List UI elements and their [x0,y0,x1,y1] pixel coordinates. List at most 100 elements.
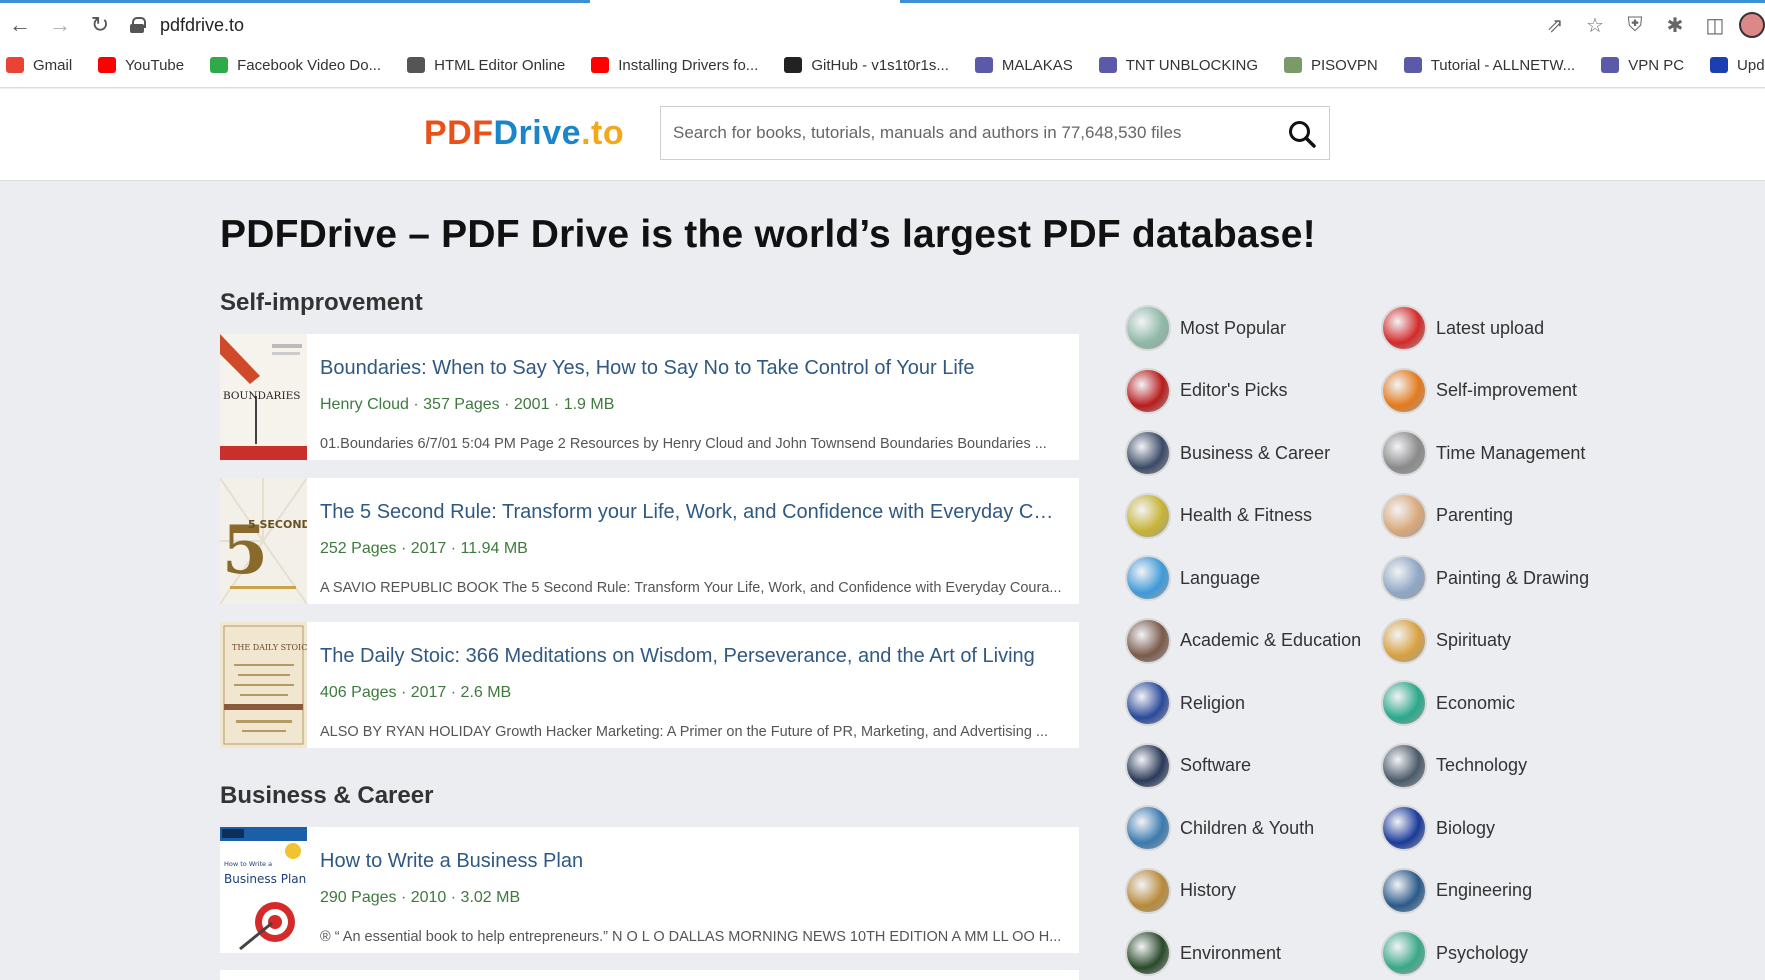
category-item[interactable]: Self-improvement [1381,367,1577,415]
star-icon[interactable]: ☆ [1575,8,1615,42]
category-thumbnail-icon[interactable] [1125,555,1171,601]
category-label[interactable]: Most Popular [1180,318,1286,339]
book-title[interactable]: How to Write a Business Plan [320,850,1060,873]
category-label[interactable]: Academic & Education [1180,630,1361,651]
category-thumbnail-icon[interactable] [1381,367,1427,414]
bookmark-item[interactable]: Gmail [6,57,72,74]
category-thumbnail-icon[interactable] [1125,680,1171,726]
forward-icon[interactable]: → [40,8,80,42]
category-label[interactable]: Engineering [1436,880,1532,901]
book-cover[interactable]: BOUNDARIES [220,334,307,460]
search-icon[interactable] [1287,119,1317,149]
bookmark-item[interactable]: Facebook Video Do... [210,57,381,74]
category-item[interactable]: Business & Career [1125,429,1330,477]
book-card[interactable]: How to Write a Business Plan How to Writ… [220,827,1079,953]
category-thumbnail-icon[interactable] [1125,430,1171,476]
category-item[interactable]: Language [1125,554,1260,602]
category-thumbnail-icon[interactable] [1381,617,1427,664]
bookmark-item[interactable]: GitHub - v1s1t0r1s... [784,57,949,74]
category-item[interactable]: Psychology [1381,929,1528,977]
category-item[interactable]: Environment [1125,929,1281,977]
category-thumbnail-icon[interactable] [1381,305,1427,351]
shield-icon[interactable]: ⛨ [1615,8,1655,42]
bookmark-item[interactable]: PISOVPN [1284,57,1378,74]
book-cover[interactable]: THE DAILY STOIC [220,622,307,748]
bookmark-item[interactable]: Tutorial - ALLNETW... [1403,57,1575,74]
category-label[interactable]: Language [1180,568,1260,589]
category-item[interactable]: Biology [1381,804,1495,852]
category-label[interactable]: Biology [1436,818,1495,839]
category-item[interactable]: Most Popular [1125,304,1286,352]
bookmark-item[interactable]: TNT UNBLOCKING [1098,57,1258,74]
category-item[interactable]: Economic [1381,679,1515,727]
category-item[interactable]: Software [1125,742,1251,790]
category-item[interactable]: Parenting [1381,492,1513,540]
bookmark-item[interactable]: VPN PC [1601,57,1684,74]
bookmark-item[interactable]: MALAKAS [974,57,1073,74]
share-icon[interactable]: ⇗ [1535,8,1575,42]
category-label[interactable]: History [1180,880,1236,901]
side-panel-icon[interactable]: ◫ [1695,8,1735,42]
category-item[interactable]: Time Management [1381,429,1585,477]
book-cover[interactable]: How to Write a Business Plan [220,827,307,953]
category-thumbnail-icon[interactable] [1381,492,1427,539]
book-cover[interactable]: 5 5 SECOND RULE [220,478,307,604]
category-label[interactable]: Technology [1436,755,1527,776]
category-label[interactable]: Business & Career [1180,443,1330,464]
book-title[interactable]: Boundaries: When to Say Yes, How to Say … [320,357,1060,380]
bookmark-item[interactable]: HTML Editor Online [407,57,565,74]
extensions-icon[interactable]: ✱ [1655,8,1695,42]
book-card[interactable]: BOUNDARIES Boundaries: When to Say Yes, … [220,334,1079,460]
category-thumbnail-icon[interactable] [1381,867,1427,914]
category-label[interactable]: Editor's Picks [1180,380,1287,401]
reload-icon[interactable]: ↻ [80,8,120,42]
profile-avatar[interactable] [1739,12,1765,38]
category-item[interactable]: Children & Youth [1125,804,1314,852]
section-title-business-career[interactable]: Business & Career [220,782,433,810]
category-item[interactable]: Religion [1125,679,1245,727]
category-label[interactable]: Children & Youth [1180,818,1314,839]
category-label[interactable]: Software [1180,755,1251,776]
category-label[interactable]: Religion [1180,693,1245,714]
category-label[interactable]: Economic [1436,693,1515,714]
category-thumbnail-icon[interactable] [1125,492,1171,539]
category-label[interactable]: Latest upload [1436,318,1544,339]
category-thumbnail-icon[interactable] [1125,867,1171,914]
url-field[interactable]: pdfdrive.to [130,15,244,36]
bookmark-item[interactable]: Installing Drivers fo... [591,57,758,74]
category-thumbnail-icon[interactable] [1381,555,1427,601]
book-title[interactable]: The 5 Second Rule: Transform your Life, … [320,501,1060,524]
category-item[interactable]: Academic & Education [1125,617,1361,665]
category-thumbnail-icon[interactable] [1381,930,1427,976]
category-item[interactable]: Engineering [1381,867,1532,915]
book-card-partial[interactable] [220,970,1079,980]
category-label[interactable]: Painting & Drawing [1436,568,1589,589]
book-card[interactable]: THE DAILY STOIC The Daily Stoic: 366 Med… [220,622,1079,748]
category-label[interactable]: Health & Fitness [1180,505,1312,526]
book-title[interactable]: The Daily Stoic: 366 Meditations on Wisd… [320,645,1060,668]
search-input[interactable] [673,107,1273,159]
category-label[interactable]: Time Management [1436,443,1585,464]
category-thumbnail-icon[interactable] [1125,305,1171,351]
lock-icon[interactable] [130,17,146,33]
category-thumbnail-icon[interactable] [1125,742,1171,789]
category-thumbnail-icon[interactable] [1381,742,1427,789]
category-item[interactable]: Editor's Picks [1125,367,1287,415]
category-label[interactable]: Self-improvement [1436,380,1577,401]
category-thumbnail-icon[interactable] [1381,805,1427,851]
book-card[interactable]: 5 5 SECOND RULE The 5 Second Rule: Trans… [220,478,1079,604]
category-label[interactable]: Environment [1180,943,1281,964]
bookmark-item[interactable]: YouTube [98,57,184,74]
category-thumbnail-icon[interactable] [1381,430,1427,476]
category-label[interactable]: Psychology [1436,943,1528,964]
site-logo[interactable]: PDFDrive.to [424,114,624,153]
category-label[interactable]: Parenting [1436,505,1513,526]
category-label[interactable]: Spirituaty [1436,630,1511,651]
category-item[interactable]: Latest upload [1381,304,1544,352]
category-thumbnail-icon[interactable] [1125,617,1171,664]
category-item[interactable]: Technology [1381,742,1527,790]
bookmark-item[interactable]: Updated | Late [1710,57,1765,74]
category-thumbnail-icon[interactable] [1381,680,1427,726]
category-thumbnail-icon[interactable] [1125,805,1171,851]
category-item[interactable]: History [1125,867,1236,915]
